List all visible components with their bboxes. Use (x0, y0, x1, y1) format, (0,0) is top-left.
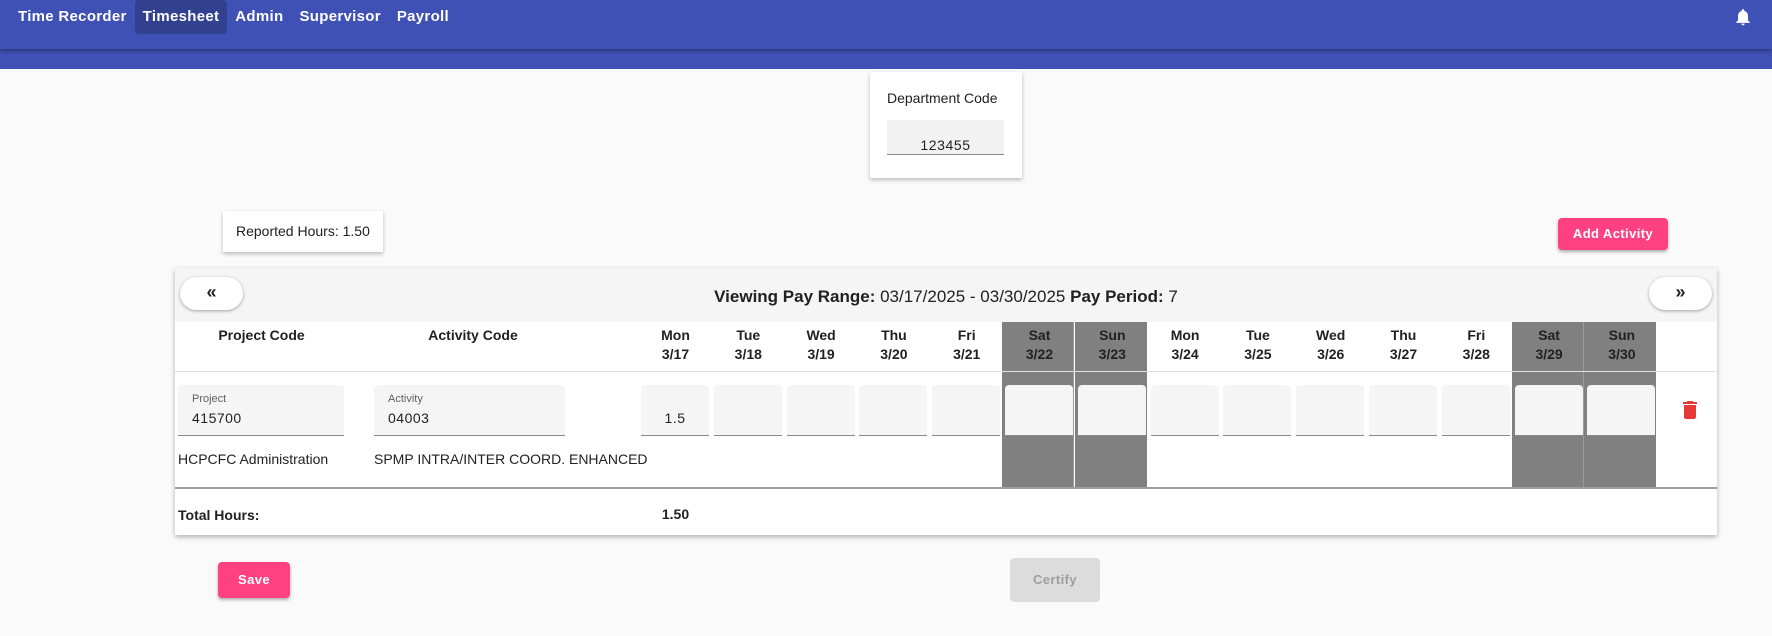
previous-period-button[interactable]: « (180, 277, 243, 310)
day-name: Thu (1390, 327, 1417, 343)
project-description: HCPCFC Administration (178, 451, 329, 467)
day-name: Wed (806, 327, 836, 343)
day-name: Sat (1538, 327, 1560, 343)
nav-item-payroll[interactable]: Payroll (389, 0, 457, 34)
activity-field[interactable]: Activity 04003 (374, 385, 565, 436)
day-date: 3/20 (880, 346, 908, 362)
save-button[interactable]: Save (218, 562, 290, 598)
day-name: Wed (1316, 327, 1346, 343)
nav-item-timesheet[interactable]: Timesheet (134, 0, 228, 34)
hours-input[interactable] (1369, 385, 1437, 436)
add-activity-button[interactable]: Add Activity (1558, 218, 1668, 250)
activity-field-value: 04003 (388, 410, 430, 426)
day-header: Sun 3/23 (1076, 326, 1149, 364)
header-divider (175, 371, 1717, 372)
day-date: 3/18 (734, 346, 762, 362)
app-bar-extension (0, 49, 1772, 69)
day-date: 3/30 (1608, 346, 1636, 362)
activity-field-label: Activity (388, 393, 423, 405)
timesheet-card: Viewing Pay Range: 03/17/2025 - 03/30/20… (175, 268, 1717, 535)
day-date: 3/26 (1317, 346, 1345, 362)
hours-input[interactable] (859, 385, 928, 436)
app-bar: Time Recorder Timesheet Admin Supervisor Pay… (0, 0, 1772, 49)
day-name: Fri (1467, 327, 1486, 343)
hours-input[interactable] (1587, 385, 1656, 436)
hours-input[interactable] (1441, 385, 1510, 436)
pay-range-bar: Viewing Pay Range: 03/17/2025 - 03/30/20… (175, 268, 1717, 322)
hours-input[interactable]: 1.5 (641, 385, 709, 436)
nav-item-supervisor[interactable]: Supervisor (291, 0, 388, 34)
department-code-label: Department Code (887, 90, 998, 106)
day-header: Mon 3/24 (1149, 326, 1222, 364)
trash-icon[interactable] (1682, 401, 1698, 419)
day-header: Thu 3/27 (1367, 326, 1440, 364)
pay-range-value: 03/17/2025 - 03/30/2025 (875, 287, 1071, 306)
project-field-label: Project (192, 393, 227, 405)
day-header: Sun 3/30 (1585, 326, 1658, 364)
nav-item-time-recorder[interactable]: Time Recorder (10, 0, 135, 34)
pay-period-value: 7 (1163, 287, 1178, 306)
main-nav: Time Recorder Timesheet Admin Supervisor Pay… (10, 0, 457, 34)
day-header: Fri 3/28 (1440, 326, 1513, 364)
certify-button[interactable]: Certify (1010, 558, 1100, 602)
hours-input[interactable] (1223, 385, 1292, 436)
activity-description: SPMP INTRA/INTER COORD. ENHANCED (374, 451, 648, 467)
day-date: 3/23 (1098, 346, 1126, 362)
day-name: Sat (1028, 327, 1051, 343)
project-field[interactable]: Project 415700 (178, 385, 344, 436)
hours-input[interactable] (713, 385, 782, 436)
pay-period-label: Pay Period: (1070, 287, 1164, 306)
day-name: Thu (881, 327, 907, 343)
day-header: Fri 3/21 (930, 326, 1003, 364)
activity-code-header: Activity Code (428, 327, 518, 343)
hours-input[interactable] (1077, 385, 1146, 436)
hours-value: 1.5 (664, 410, 686, 426)
day-header: Thu 3/20 (857, 326, 930, 364)
hours-input[interactable] (1514, 385, 1583, 436)
hours-input[interactable] (932, 385, 1001, 436)
hours-input[interactable] (1150, 385, 1219, 436)
day-name: Fri (957, 327, 976, 343)
hours-input[interactable] (1005, 385, 1073, 436)
day-name: Mon (661, 327, 690, 343)
day-name: Mon (1170, 327, 1200, 343)
day-header: Sat 3/29 (1513, 326, 1586, 364)
day-header: Tue 3/18 (712, 326, 785, 364)
reported-hours-card: Reported Hours: 1.50 (223, 211, 383, 252)
pay-range-label: Viewing Pay Range: (714, 287, 876, 306)
day-date: 3/22 (1025, 346, 1054, 362)
department-code-value: 123455 (920, 137, 971, 153)
day-date: 3/19 (807, 346, 835, 362)
day-name: Tue (736, 327, 761, 343)
day-header: Mon 3/17 (639, 326, 712, 364)
hours-input[interactable] (1296, 385, 1365, 436)
nav-item-admin[interactable]: Admin (227, 0, 291, 34)
day-date: 3/29 (1535, 346, 1563, 362)
department-card: Department Code 123455 (870, 72, 1022, 178)
day-header: Wed 3/19 (785, 326, 858, 364)
hours-input[interactable] (786, 385, 855, 436)
bell-icon[interactable] (1733, 7, 1753, 27)
total-hours-label: Total Hours: (178, 507, 260, 523)
pay-range-text: Viewing Pay Range: 03/17/2025 - 03/30/20… (175, 287, 1717, 307)
total-divider (175, 487, 1717, 489)
next-period-button[interactable]: » (1649, 277, 1712, 310)
day-header: Wed 3/26 (1294, 326, 1367, 364)
day-date: 3/17 (661, 346, 690, 362)
day-header: Sat 3/22 (1003, 326, 1076, 364)
department-code-field[interactable]: 123455 (887, 120, 1004, 155)
day-name: Sun (1099, 327, 1126, 343)
day-date: 3/28 (1462, 346, 1490, 362)
day-name: Sun (1608, 327, 1636, 343)
day-date: 3/25 (1244, 346, 1272, 362)
day-header: Tue 3/25 (1221, 326, 1294, 364)
day-name: Tue (1245, 327, 1270, 343)
day-date: 3/27 (1389, 346, 1418, 362)
day-total: 1.50 (661, 506, 690, 522)
day-date: 3/24 (1171, 346, 1199, 362)
day-date: 3/21 (953, 346, 981, 362)
project-code-header: Project Code (218, 327, 305, 343)
project-field-value: 415700 (192, 410, 242, 426)
